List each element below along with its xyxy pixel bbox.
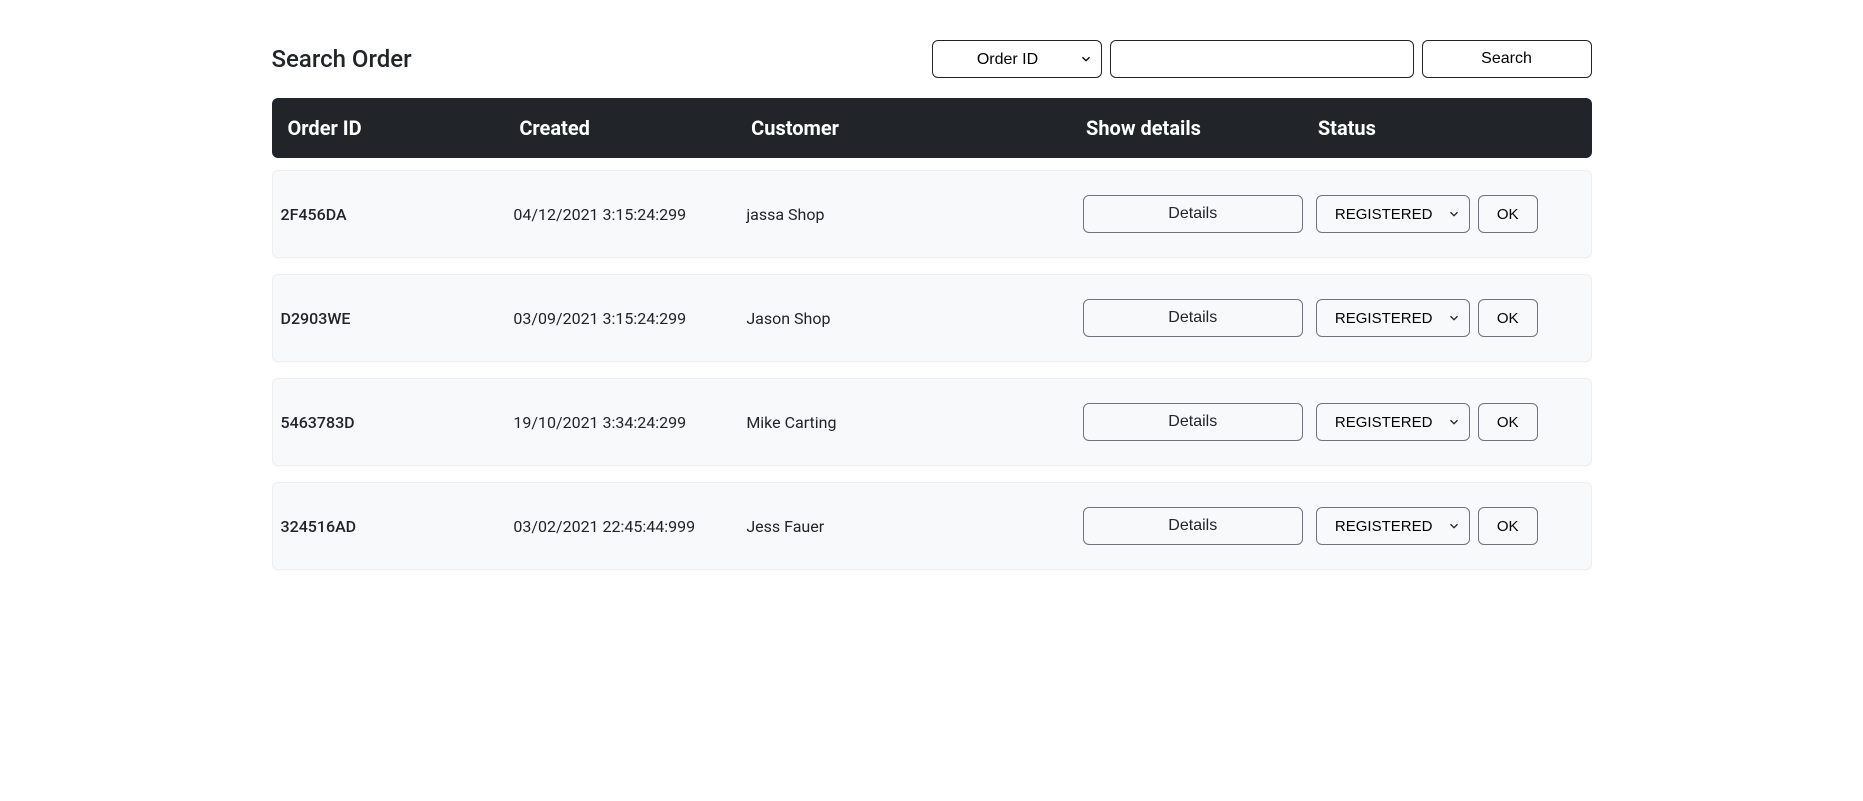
status-select[interactable]: REGISTERED xyxy=(1316,507,1470,545)
column-header-customer: Customer xyxy=(751,116,1086,140)
search-button[interactable]: Search xyxy=(1422,40,1592,78)
details-cell: Details xyxy=(1083,195,1316,233)
search-input[interactable] xyxy=(1110,40,1414,78)
column-header-order-id: Order ID xyxy=(288,116,520,140)
status-select[interactable]: REGISTERED xyxy=(1316,195,1470,233)
created-cell: 19/10/2021 3:34:24:299 xyxy=(513,413,746,432)
details-cell: Details xyxy=(1083,403,1316,441)
ok-button[interactable]: OK xyxy=(1478,403,1538,441)
status-select[interactable]: REGISTERED xyxy=(1316,403,1470,441)
ok-button[interactable]: OK xyxy=(1478,195,1538,233)
search-toolbar: Search Order Order ID Search xyxy=(272,40,1592,78)
details-cell: Details xyxy=(1083,299,1316,337)
customer-cell: jassa Shop xyxy=(746,205,1082,224)
column-header-details: Show details xyxy=(1086,116,1318,140)
customer-cell: Jason Shop xyxy=(746,309,1082,328)
table-header-row: Order ID Created Customer Show details S… xyxy=(272,98,1592,158)
status-cell: REGISTEREDOK xyxy=(1316,403,1575,441)
table-row: D2903WE03/09/2021 3:15:24:299Jason ShopD… xyxy=(272,274,1592,362)
created-cell: 03/09/2021 3:15:24:299 xyxy=(513,309,746,328)
page-container: Search Order Order ID Search Order ID Cr… xyxy=(252,0,1612,606)
status-cell: REGISTEREDOK xyxy=(1316,195,1575,233)
customer-cell: Jess Fauer xyxy=(746,517,1082,536)
details-button[interactable]: Details xyxy=(1083,299,1303,337)
ok-button[interactable]: OK xyxy=(1478,507,1538,545)
order-id-cell: 324516AD xyxy=(281,517,514,536)
details-button[interactable]: Details xyxy=(1083,195,1303,233)
created-cell: 03/02/2021 22:45:44:999 xyxy=(513,517,746,536)
details-button[interactable]: Details xyxy=(1083,507,1303,545)
status-cell: REGISTEREDOK xyxy=(1316,507,1575,545)
customer-cell: Mike Carting xyxy=(746,413,1082,432)
order-id-cell: 2F456DA xyxy=(281,205,514,224)
search-controls: Order ID Search xyxy=(932,40,1592,78)
table-body: 2F456DA04/12/2021 3:15:24:299jassa ShopD… xyxy=(272,170,1592,570)
details-button[interactable]: Details xyxy=(1083,403,1303,441)
details-cell: Details xyxy=(1083,507,1316,545)
table-row: 5463783D19/10/2021 3:34:24:299Mike Carti… xyxy=(272,378,1592,466)
table-row: 2F456DA04/12/2021 3:15:24:299jassa ShopD… xyxy=(272,170,1592,258)
status-cell: REGISTEREDOK xyxy=(1316,299,1575,337)
column-header-created: Created xyxy=(519,116,751,140)
order-id-cell: D2903WE xyxy=(281,309,514,328)
order-id-cell: 5463783D xyxy=(281,413,514,432)
search-field-select[interactable]: Order ID xyxy=(932,40,1102,78)
table-row: 324516AD03/02/2021 22:45:44:999Jess Faue… xyxy=(272,482,1592,570)
column-header-status: Status xyxy=(1318,116,1576,140)
status-select[interactable]: REGISTERED xyxy=(1316,299,1470,337)
page-title: Search Order xyxy=(272,45,932,73)
ok-button[interactable]: OK xyxy=(1478,299,1538,337)
created-cell: 04/12/2021 3:15:24:299 xyxy=(513,205,746,224)
